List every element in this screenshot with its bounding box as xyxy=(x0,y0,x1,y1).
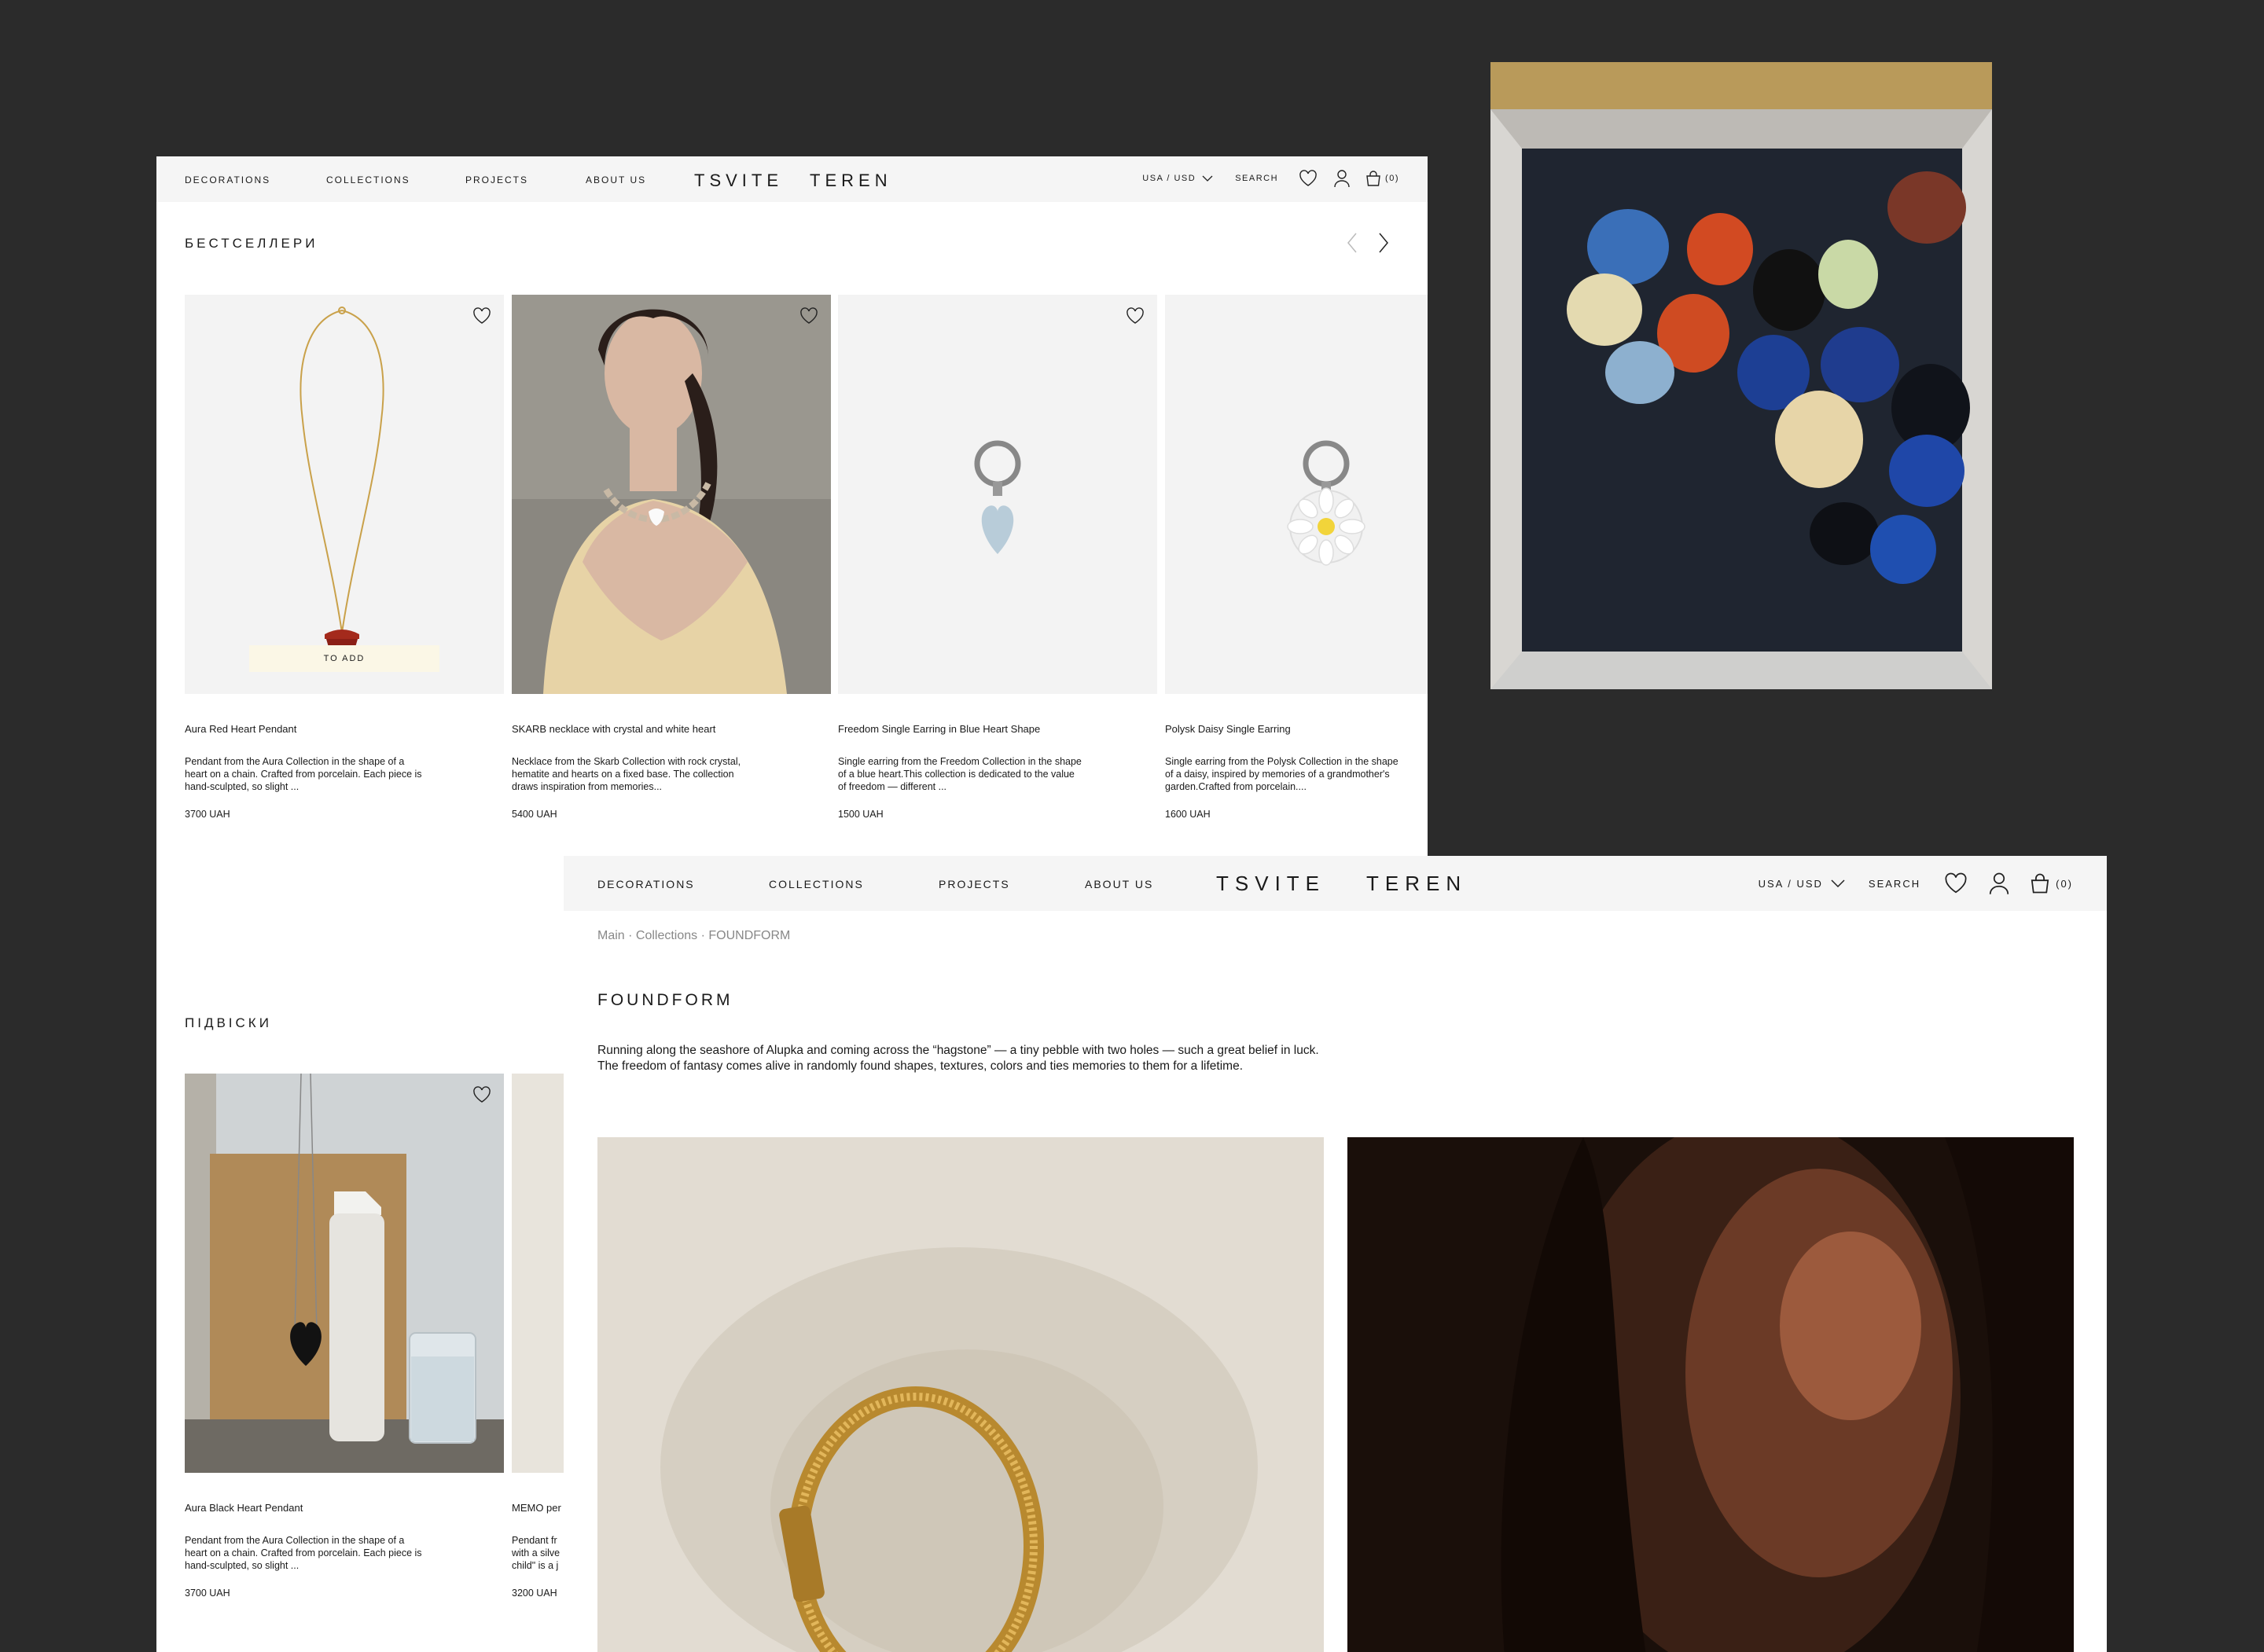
region-label: USA / USD xyxy=(1758,877,1823,890)
product-price: 5400 UAH xyxy=(512,809,557,820)
heart-icon[interactable] xyxy=(799,307,818,329)
daisy-earring-illustration xyxy=(1287,440,1365,566)
earring-illustration xyxy=(974,440,1021,554)
product-image[interactable] xyxy=(512,295,831,694)
arrow-right-icon[interactable] xyxy=(1378,233,1389,257)
section-title-bestsellers: БЕСТСЕЛЛЕРИ xyxy=(185,236,318,251)
pendant-photo xyxy=(185,1074,504,1473)
product-price: 1600 UAH xyxy=(1165,809,1211,820)
heart-icon[interactable] xyxy=(1944,872,1968,894)
region-selector[interactable]: USA / USD xyxy=(1142,174,1213,183)
section-title-pendants: ПІДВІСКИ xyxy=(185,1015,272,1030)
product-description: Pendant from the Aura Collection in the … xyxy=(185,1535,422,1571)
collection-image-portrait xyxy=(1347,1137,2074,1652)
collection-image-bracelet xyxy=(597,1137,1324,1652)
product-name[interactable]: Aura Red Heart Pendant xyxy=(185,723,504,735)
brand-logo[interactable]: TSVITE TEREN xyxy=(694,171,892,191)
breadcrumb[interactable]: Main · Collections · FOUNDFORM xyxy=(597,929,790,943)
product-description: Single earring from the Polysk Collectio… xyxy=(1165,756,1398,792)
collection-page: DECORATIONS COLLECTIONS PROJECTS ABOUT U… xyxy=(564,856,2107,1652)
product-description: Pendant from the Aura Collection in the … xyxy=(185,756,422,792)
nav-collections[interactable]: COLLECTIONS xyxy=(326,174,465,185)
chevron-down-icon xyxy=(1831,879,1845,887)
heart-icon[interactable] xyxy=(1299,170,1318,187)
cart-icon[interactable] xyxy=(2029,872,2051,894)
site-header: DECORATIONS COLLECTIONS PROJECTS ABOUT U… xyxy=(156,156,1428,202)
product-image[interactable]: TO ADD xyxy=(185,295,504,694)
model-photo xyxy=(512,295,831,694)
product-card[interactable]: Aura Black Heart Pendant Pendant from th… xyxy=(185,1074,504,1599)
site-header: DECORATIONS COLLECTIONS PROJECTS ABOUT U… xyxy=(564,856,2107,911)
stones-photo xyxy=(1490,62,1992,689)
nav-decorations[interactable]: DECORATIONS xyxy=(597,878,769,890)
arrow-left-icon[interactable] xyxy=(1347,233,1358,257)
product-image[interactable] xyxy=(1165,295,1428,694)
product-image[interactable] xyxy=(838,295,1157,694)
carousel-arrows xyxy=(1347,233,1389,257)
region-label: USA / USD xyxy=(1142,174,1196,183)
nav-projects[interactable]: PROJECTS xyxy=(465,174,586,185)
product-name[interactable]: SKARB necklace with crystal and white he… xyxy=(512,723,831,735)
product-description: Pendant fr with a silve child" is a j xyxy=(512,1535,560,1571)
search-link[interactable]: SEARCH xyxy=(1869,878,1920,890)
product-name[interactable]: Freedom Single Earring in Blue Heart Sha… xyxy=(838,723,1157,735)
nav-about-us[interactable]: ABOUT US xyxy=(586,174,646,185)
search-link[interactable]: SEARCH xyxy=(1235,174,1278,183)
heart-icon[interactable] xyxy=(1126,307,1145,329)
product-card[interactable]: TO ADD Aura Red Heart Pendant Pendant fr… xyxy=(185,295,504,820)
product-card[interactable]: SKARB necklace with crystal and white he… xyxy=(512,295,831,820)
collection-intro: Running along the seashore of Alupka and… xyxy=(597,1044,1319,1073)
main-nav: DECORATIONS COLLECTIONS PROJECTS ABOUT U… xyxy=(185,174,646,185)
nav-projects[interactable]: PROJECTS xyxy=(939,878,1085,890)
header-actions: USA / USD SEARCH (0) xyxy=(1142,169,1399,188)
logo-word-2: TEREN xyxy=(810,171,892,190)
product-card[interactable]: Freedom Single Earring in Blue Heart Sha… xyxy=(838,295,1157,820)
heart-icon[interactable] xyxy=(472,1086,491,1107)
product-name[interactable]: Polysk Daisy Single Earring xyxy=(1165,723,1428,735)
heart-icon[interactable] xyxy=(472,307,491,329)
cart-count[interactable]: (0) xyxy=(1385,174,1399,183)
product-name[interactable]: Aura Black Heart Pendant xyxy=(185,1502,504,1514)
add-to-cart-button[interactable]: TO ADD xyxy=(249,645,439,672)
product-price: 3700 UAH xyxy=(185,809,230,820)
region-selector[interactable]: USA / USD xyxy=(1759,878,1845,890)
cart-icon[interactable] xyxy=(1365,170,1382,187)
user-icon[interactable] xyxy=(1333,169,1351,188)
product-description: Single earring from the Freedom Collecti… xyxy=(838,756,1082,792)
brand-logo[interactable]: TSVITE TEREN xyxy=(1216,872,1467,896)
product-image[interactable] xyxy=(185,1074,504,1473)
logo-word-1: TSVITE xyxy=(694,171,784,190)
chevron-down-icon xyxy=(1202,175,1213,182)
header-actions: USA / USD SEARCH (0) xyxy=(1759,872,2073,895)
nav-collections[interactable]: COLLECTIONS xyxy=(769,878,939,890)
product-price: 1500 UAH xyxy=(838,809,884,820)
necklace-illustration xyxy=(300,307,384,650)
user-icon[interactable] xyxy=(1988,872,2010,895)
product-card[interactable]: Polysk Daisy Single Earring Single earri… xyxy=(1165,295,1428,820)
logo-word-1: TSVITE xyxy=(1216,872,1326,895)
logo-word-2: TEREN xyxy=(1366,872,1468,895)
main-nav: DECORATIONS COLLECTIONS PROJECTS ABOUT U… xyxy=(597,878,1153,890)
product-description: Necklace from the Skarb Collection with … xyxy=(512,756,741,792)
page-title: FOUNDFORM xyxy=(597,991,733,1009)
product-price: 3700 UAH xyxy=(185,1588,230,1599)
cart-count[interactable]: (0) xyxy=(2056,878,2073,890)
nav-decorations[interactable]: DECORATIONS xyxy=(185,174,326,185)
nav-about-us[interactable]: ABOUT US xyxy=(1085,878,1153,890)
